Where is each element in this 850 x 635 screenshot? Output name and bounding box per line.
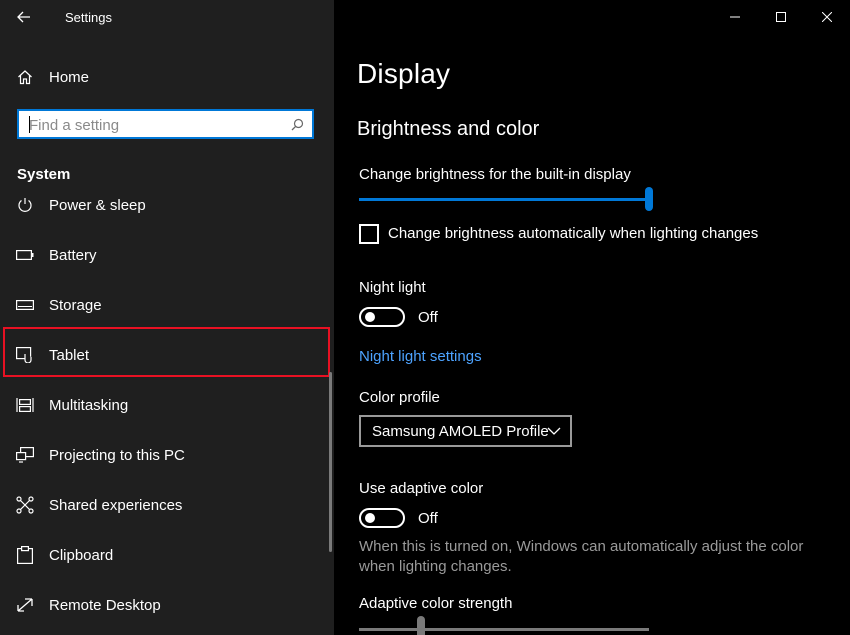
auto-brightness-label: Change brightness automatically when lig…: [388, 225, 758, 242]
adaptive-strength-label: Adaptive color strength: [359, 595, 512, 612]
section-title-brightness: Brightness and color: [357, 118, 539, 141]
back-button[interactable]: [11, 6, 37, 28]
sidebar-item-label: Multitasking: [49, 397, 128, 414]
storage-icon: [16, 296, 34, 314]
back-arrow-icon: [17, 11, 31, 23]
chevron-down-icon: [547, 426, 561, 436]
brightness-slider-thumb[interactable]: [645, 187, 653, 211]
color-profile-dropdown[interactable]: Samsung AMOLED Profile: [359, 415, 572, 447]
page-title: Display: [357, 58, 450, 90]
auto-brightness-checkbox[interactable]: [359, 224, 379, 244]
night-light-state: Off: [418, 309, 438, 326]
home-label: Home: [49, 69, 89, 86]
brightness-slider-fill: [359, 198, 649, 201]
maximize-icon: [776, 12, 786, 22]
main-content: Display Brightness and color Change brig…: [334, 0, 850, 635]
battery-icon: [16, 246, 34, 264]
sidebar-item-label: Storage: [49, 297, 102, 314]
clipboard-icon: [16, 546, 34, 564]
sidebar-item-label: Battery: [49, 247, 97, 264]
adaptive-color-toggle[interactable]: [359, 508, 405, 528]
night-light-settings-link[interactable]: Night light settings: [359, 348, 482, 365]
power-icon: [16, 196, 34, 214]
sidebar-item-projecting[interactable]: Projecting to this PC: [0, 430, 334, 480]
remote-desktop-icon: [16, 596, 34, 614]
toggle-knob: [365, 513, 375, 523]
sidebar-item-battery[interactable]: Battery: [0, 230, 334, 280]
multitasking-icon: [16, 396, 34, 414]
adaptive-color-label: Use adaptive color: [359, 480, 483, 497]
adaptive-color-description: When this is turned on, Windows can auto…: [359, 537, 829, 577]
close-icon: [822, 12, 832, 22]
sidebar-item-multitasking[interactable]: Multitasking: [0, 380, 334, 430]
color-profile-label: Color profile: [359, 389, 440, 406]
toggle-knob: [365, 312, 375, 322]
close-button[interactable]: [804, 0, 850, 34]
minimize-button[interactable]: [712, 0, 758, 34]
night-light-label: Night light: [359, 279, 426, 296]
color-profile-selected: Samsung AMOLED Profile: [372, 423, 549, 440]
window-controls: [712, 0, 850, 34]
title-bar-left: Settings: [0, 0, 334, 34]
sidebar-item-clipboard[interactable]: Clipboard: [0, 530, 334, 580]
brightness-slider[interactable]: [359, 198, 649, 201]
sidebar-item-shared-experiences[interactable]: Shared experiences: [0, 480, 334, 530]
sidebar-nav-list: Power & sleep Battery Storage Tablet Mul…: [0, 180, 334, 635]
sidebar-item-home[interactable]: Home: [0, 58, 334, 96]
sidebar-item-label: Power & sleep: [49, 197, 146, 214]
minimize-icon: [730, 12, 740, 22]
shared-experiences-icon: [16, 496, 34, 514]
maximize-button[interactable]: [758, 0, 804, 34]
search-input[interactable]: [29, 115, 284, 135]
adaptive-color-state: Off: [418, 510, 438, 527]
sidebar-item-label: Remote Desktop: [49, 597, 161, 614]
adaptive-strength-slider-thumb[interactable]: [417, 616, 425, 635]
sidebar-item-label: Shared experiences: [49, 497, 182, 514]
sidebar: Settings Home System Power & sleep Batte…: [0, 0, 334, 635]
sidebar-item-power-sleep[interactable]: Power & sleep: [0, 180, 334, 230]
projecting-icon: [16, 446, 34, 464]
sidebar-item-label: Projecting to this PC: [49, 447, 185, 464]
app-title: Settings: [65, 10, 112, 25]
search-box[interactable]: [17, 109, 314, 139]
sidebar-item-label: Tablet: [49, 347, 89, 364]
sidebar-item-tablet[interactable]: Tablet: [0, 330, 334, 380]
search-icon[interactable]: [291, 118, 304, 131]
tablet-icon: [16, 346, 34, 364]
brightness-label: Change brightness for the built-in displ…: [359, 166, 631, 183]
night-light-toggle[interactable]: [359, 307, 405, 327]
sidebar-item-label: Clipboard: [49, 547, 113, 564]
sidebar-scrollbar[interactable]: [329, 372, 332, 552]
home-icon: [16, 68, 34, 86]
sidebar-item-remote-desktop[interactable]: Remote Desktop: [0, 580, 334, 630]
adaptive-strength-slider[interactable]: [359, 628, 649, 631]
sidebar-item-storage[interactable]: Storage: [0, 280, 334, 330]
